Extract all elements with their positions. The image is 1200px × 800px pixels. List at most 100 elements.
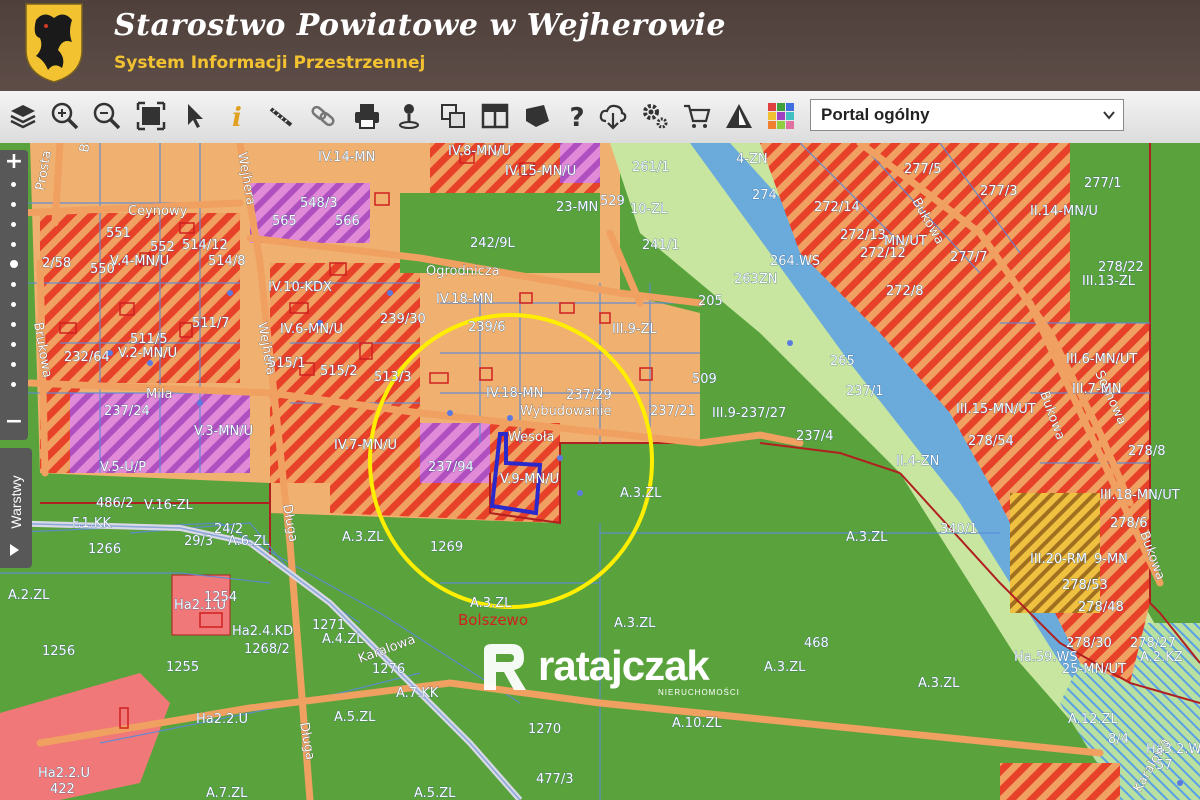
map-view[interactable]: Boczna Prosta Ceynowy Wejhera Wejhera Br… [0,143,1200,800]
map-label: Wybudowanie [520,404,611,419]
parcel-label: 205 [698,294,723,309]
zoom-step[interactable] [11,302,16,307]
zone-label: 263ZN [734,272,777,287]
portal-select[interactable]: Portal ogólny [810,99,1124,131]
compare-icon[interactable] [436,99,470,133]
zone-label: 25-MN/UT [1062,662,1126,677]
zone-label: Ha3.2.W [1146,742,1200,757]
link-icon[interactable] [306,99,340,133]
svg-text:?: ? [569,103,584,131]
parcel-label: 515/1 [268,356,305,371]
zone-label: IV.18-MN [436,292,493,307]
mixed-zone-southeast [1000,763,1120,800]
zone-label: A.7.KK [396,686,439,701]
expand-arrow-icon [10,544,19,556]
parcel-label: 529 [600,194,625,209]
zone-label: IV.14-MN [318,150,375,165]
parcel-label: 57 [1156,758,1173,773]
parcel-label: 277/5 [904,162,941,177]
parcel-label: 274 [752,188,777,203]
parcel-label: 237/4 [796,429,833,444]
parcel-label: 511/5 [130,332,167,347]
color-grid-icon[interactable] [764,99,798,133]
zoom-step[interactable] [11,382,16,387]
download-icon[interactable] [596,99,630,133]
zone-label: A.12.ZL [1068,712,1118,727]
logo-icon [484,644,526,690]
coat-of-arms-icon [25,3,83,83]
parcel-label: 8/4 [1108,732,1129,747]
map-toolbar: i ? Portal ogólny [0,91,1200,144]
parcel-label: 514/8 [208,254,245,269]
zone-label: III.18-MN/UT [1100,488,1180,503]
zoom-step[interactable] [11,242,16,247]
layers-panel-tab[interactable]: Warstwy [0,448,32,568]
zoom-step[interactable] [11,342,16,347]
parcel-label: 513/3 [374,370,411,385]
zoom-in-button[interactable]: + [4,151,24,173]
parcel-label: 278/30 [1066,636,1112,651]
zoom-step[interactable] [11,182,16,187]
parcel-label: 237/1 [846,384,883,399]
info-icon[interactable]: i [220,99,254,133]
zoom-slider[interactable]: + − [0,150,28,440]
parcel-label: 278/54 [968,434,1014,449]
parcel-label: 232/64 [64,350,110,365]
zoom-step[interactable] [11,322,16,327]
zoom-step[interactable] [11,362,16,367]
layers-icon[interactable] [6,99,40,133]
zone-label: IV.18-MN [486,386,543,401]
parcel-label: 2/58 [42,256,71,271]
map-label: Ceynowy [128,204,188,219]
parcel-label: 422 [50,782,75,797]
zone-label: IV.10-KDX [268,280,332,295]
parcel-label: 278/22 [1098,260,1144,275]
zone-label: V.4-MN/U [110,254,169,269]
zoom-step[interactable] [11,282,16,287]
locate-icon[interactable] [392,99,426,133]
zoom-handle[interactable] [10,260,18,268]
parcel-label: 1269 [430,540,463,555]
parcel-label: 1254 [204,590,237,605]
app-header: Starostwo Powiatowe w Wejherowie System … [0,0,1200,91]
zone-label: III.7-MN [1072,382,1122,397]
measure-icon[interactable] [264,99,298,133]
zone-label: A.3.ZL [614,616,656,631]
parcel-label: 261/1 [632,160,669,175]
forest-northeast [1070,143,1200,323]
page-subtitle: System Informacji Przestrzennej [114,53,426,73]
zone-label: A.5.ZL [414,786,456,800]
zone-label: III.9-237/27 [712,406,786,421]
zone-label: A.3.ZL [620,486,662,501]
parcel-label: 237/24 [104,404,150,419]
logo-text: ratajczak [538,642,710,689]
parcel-label: 278/53 [1062,578,1108,593]
select-arrow-icon[interactable] [178,99,212,133]
layout-icon[interactable] [478,99,512,133]
zone-label: II.4-ZN [896,454,939,469]
parcel-label: 265 [830,354,855,369]
cart-icon[interactable] [680,99,714,133]
place-label: Bolszewo [458,611,528,629]
parcel-label: 1268/2 [244,642,290,657]
map-canvas[interactable]: Boczna Prosta Ceynowy Wejhera Wejhera Br… [0,143,1200,800]
parcel-label: 237/94 [428,460,474,475]
print-icon[interactable] [350,99,384,133]
help-icon[interactable]: ? [560,99,594,133]
parcel-label: 237/29 [566,388,612,403]
zoom-out-button[interactable]: − [4,411,24,433]
zoom-out-icon[interactable] [90,99,124,133]
warning-icon[interactable] [722,99,756,133]
parcel-label: 1271 [312,618,345,633]
zone-label: V.2-MN/U [118,346,177,361]
parcel-label: 565 [272,214,297,229]
zoom-step[interactable] [11,202,16,207]
zoom-in-icon[interactable] [48,99,82,133]
zone-label: III.15-MN/UT [956,402,1036,417]
zoom-extent-icon[interactable] [134,99,168,133]
zoom-step[interactable] [11,222,16,227]
shape-icon[interactable] [520,99,554,133]
chevron-down-icon [1103,111,1115,120]
settings-icon[interactable] [638,99,672,133]
zone-label: 264.WS [770,254,820,269]
